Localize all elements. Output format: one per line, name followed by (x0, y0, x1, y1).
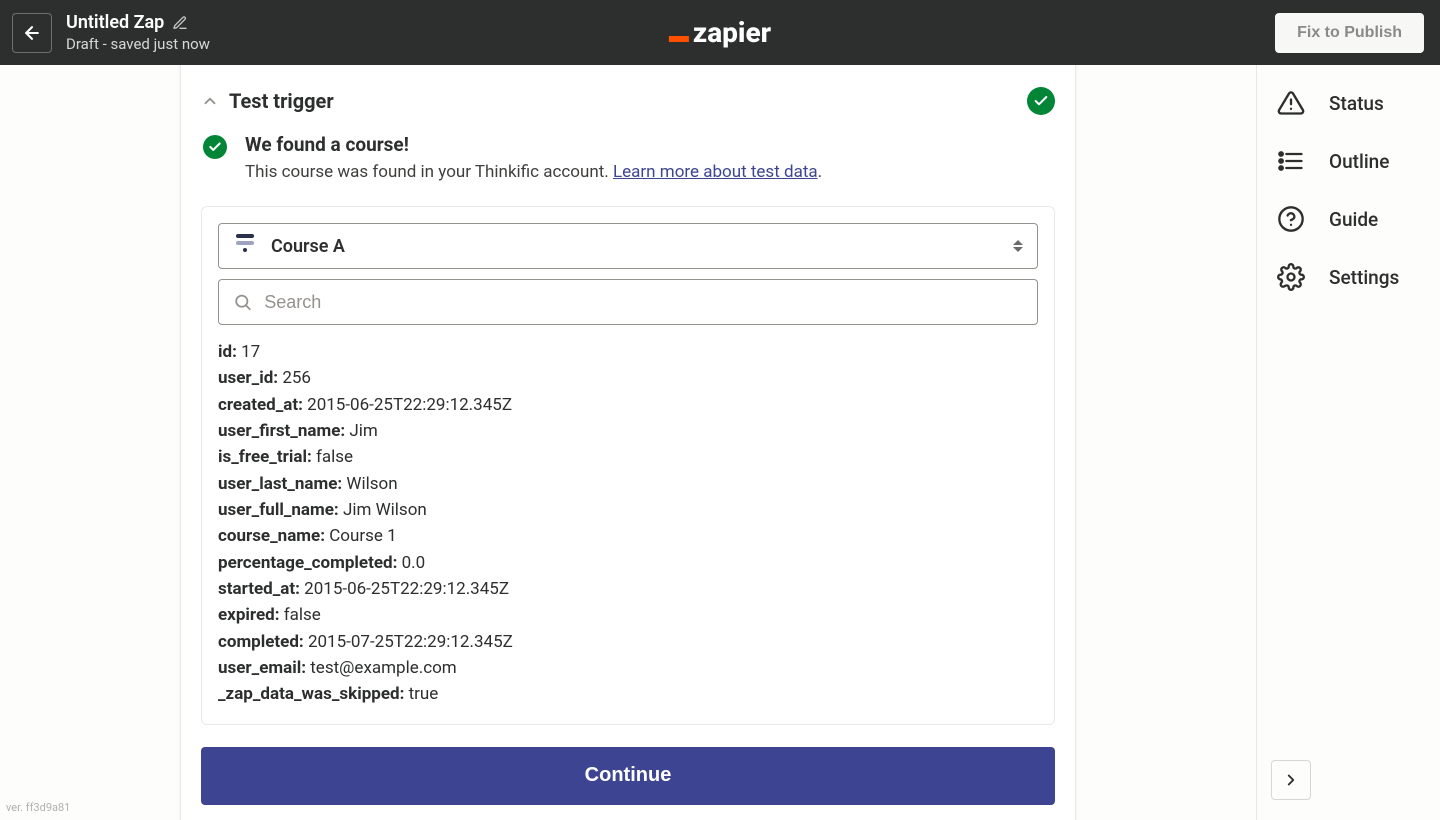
field-row: user_first_name: Jim (218, 418, 1038, 444)
test-data-card: Course A id: 17user_id: 256created_at: 2… (201, 206, 1055, 725)
arrow-left-icon (22, 23, 42, 43)
field-key: user_id: (218, 368, 282, 388)
field-row: is_free_trial: false (218, 444, 1038, 470)
zap-title[interactable]: Untitled Zap (66, 12, 164, 33)
field-row: course_name: Course 1 (218, 523, 1038, 549)
field-value: true (409, 684, 439, 704)
field-key: user_first_name: (218, 421, 349, 441)
rail-label: Settings (1329, 266, 1399, 289)
field-key: course_name: (218, 526, 329, 546)
field-key: created_at: (218, 395, 307, 415)
field-value: false (316, 447, 353, 467)
record-selector-label: Course A (271, 236, 345, 257)
field-row: completed: 2015-07-25T22:29:12.345Z (218, 629, 1038, 655)
field-value: false (284, 605, 321, 625)
help-circle-icon (1277, 205, 1305, 233)
back-button[interactable] (12, 13, 52, 53)
right-rail: Status Outline Guide Settings (1256, 65, 1440, 820)
field-value: 0.0 (402, 553, 426, 573)
field-value: test@example.com (310, 658, 456, 678)
warning-triangle-icon (1277, 89, 1305, 117)
field-row: created_at: 2015-06-25T22:29:12.345Z (218, 392, 1038, 418)
rail-label: Status (1329, 92, 1384, 115)
field-row: expired: false (218, 602, 1038, 628)
publish-button[interactable]: Fix to Publish (1275, 13, 1424, 53)
rail-item-guide[interactable]: Guide (1277, 205, 1420, 233)
zap-save-status: Draft - saved just now (66, 35, 210, 53)
brand-logo: zapier (669, 16, 771, 49)
version-label: ver. ff3d9a81 (6, 801, 70, 814)
field-value: 256 (282, 368, 311, 388)
field-search[interactable] (218, 279, 1038, 325)
section-title: Test trigger (229, 89, 334, 113)
rail-item-outline[interactable]: Outline (1277, 147, 1420, 175)
rail-label: Guide (1329, 208, 1378, 231)
rail-collapse-button[interactable] (1271, 760, 1311, 800)
field-value: 17 (241, 342, 260, 362)
field-row: _zap_data_was_skipped: true (218, 681, 1038, 707)
search-icon (233, 292, 252, 312)
found-title: We found a course! (245, 133, 822, 156)
title-block: Untitled Zap Draft - saved just now (66, 12, 210, 53)
field-value: Course 1 (329, 526, 396, 546)
field-value: 2015-06-25T22:29:12.345Z (307, 395, 512, 415)
field-value: Jim (349, 421, 377, 441)
field-search-input[interactable] (264, 292, 1023, 313)
check-icon (208, 140, 222, 154)
field-key: user_full_name: (218, 500, 343, 520)
field-key: id: (218, 342, 241, 362)
field-row: user_id: 256 (218, 365, 1038, 391)
field-row: started_at: 2015-06-25T22:29:12.345Z (218, 576, 1038, 602)
field-key: user_last_name: (218, 474, 346, 494)
found-description: This course was found in your Thinkific … (245, 162, 822, 182)
record-selector[interactable]: Course A (218, 223, 1038, 269)
field-key: user_email: (218, 658, 310, 678)
field-key: is_free_trial: (218, 447, 316, 467)
step-panel: Test trigger We found a course! This cou… (180, 65, 1076, 820)
brand-dash-icon (669, 36, 689, 42)
sort-icon (1013, 240, 1023, 252)
brand-text: zapier (693, 16, 771, 49)
pencil-icon[interactable] (172, 15, 188, 31)
chevron-up-icon (201, 92, 219, 110)
field-key: percentage_completed: (218, 553, 402, 573)
rail-item-status[interactable]: Status (1277, 89, 1420, 117)
field-value: 2015-07-25T22:29:12.345Z (308, 632, 513, 652)
field-row: user_email: test@example.com (218, 655, 1038, 681)
field-key: completed: (218, 632, 308, 652)
rail-label: Outline (1329, 150, 1389, 173)
list-icon (1277, 147, 1305, 175)
field-value: 2015-06-25T22:29:12.345Z (304, 579, 509, 599)
field-row: percentage_completed: 0.0 (218, 550, 1038, 576)
field-value: Wilson (346, 474, 397, 494)
chevron-right-icon (1282, 771, 1300, 789)
field-list: id: 17user_id: 256created_at: 2015-06-25… (218, 325, 1038, 708)
field-row: user_full_name: Jim Wilson (218, 497, 1038, 523)
result-check-badge (203, 135, 227, 159)
section-status-badge (1027, 87, 1055, 115)
thinkific-icon (233, 234, 257, 258)
field-key: expired: (218, 605, 284, 625)
section-test-trigger[interactable]: Test trigger (201, 65, 1055, 133)
check-icon (1033, 93, 1049, 109)
found-result-block: We found a course! This course was found… (201, 133, 1055, 202)
field-row: id: 17 (218, 339, 1038, 365)
gear-icon (1277, 263, 1305, 291)
app-header: Untitled Zap Draft - saved just now zapi… (0, 0, 1440, 65)
rail-item-settings[interactable]: Settings (1277, 263, 1420, 291)
field-key: _zap_data_was_skipped: (218, 684, 409, 704)
field-value: Jim Wilson (343, 500, 427, 520)
editor-canvas: Test trigger We found a course! This cou… (0, 65, 1256, 820)
field-row: user_last_name: Wilson (218, 471, 1038, 497)
continue-button[interactable]: Continue (201, 747, 1055, 805)
learn-more-link[interactable]: Learn more about test data (613, 162, 818, 182)
field-key: started_at: (218, 579, 304, 599)
